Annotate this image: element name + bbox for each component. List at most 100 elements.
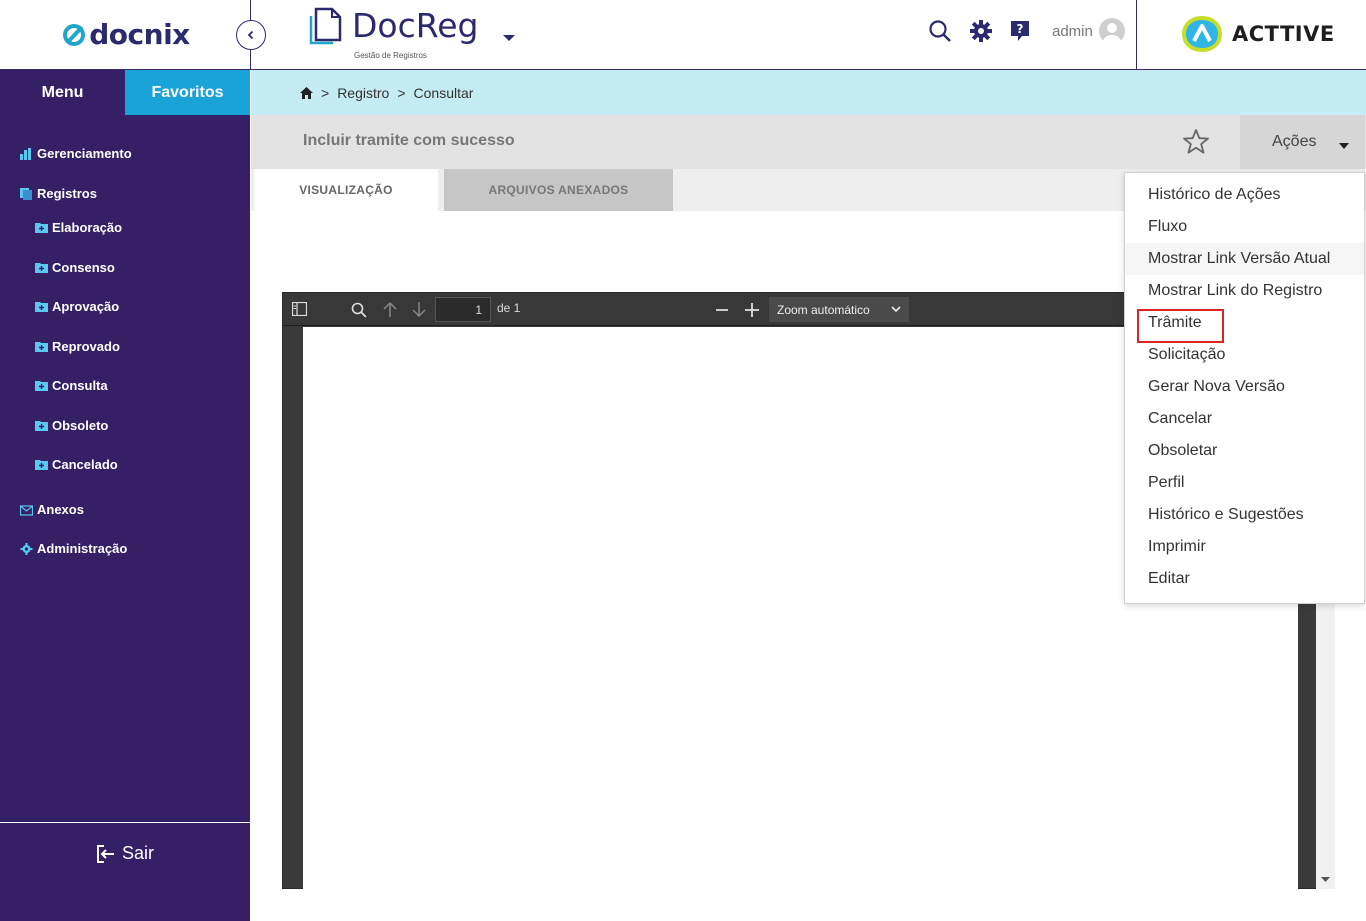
menu-item-obsoletar[interactable]: Obsoletar (1125, 435, 1364, 467)
gear-icon (20, 542, 33, 555)
header-divider (1136, 0, 1137, 69)
actions-dropdown-menu: Histórico de Ações Fluxo Mostrar Link Ve… (1124, 172, 1365, 604)
sidebar-item-anexos[interactable]: Anexos (20, 502, 84, 517)
sidebar-item-cancelado[interactable]: Cancelado (35, 457, 118, 472)
page-title: Incluir tramite com sucesso (303, 132, 515, 149)
actions-label: Ações (1272, 133, 1317, 150)
menu-item-mostrar-link-registro[interactable]: Mostrar Link do Registro (1125, 275, 1364, 307)
gear-icon[interactable] (970, 20, 992, 42)
sidebar-item-elaboracao[interactable]: Elaboração (35, 220, 122, 235)
menu-item-fluxo[interactable]: Fluxo (1125, 211, 1364, 243)
arrow-down-icon[interactable] (411, 301, 427, 318)
folder-plus-icon (35, 301, 48, 312)
sidebar-item-label: Consenso (52, 260, 115, 275)
logout-button[interactable]: Sair (96, 843, 154, 864)
folder-plus-icon (35, 459, 48, 470)
chevron-down-icon (891, 306, 901, 313)
folder-plus-icon (35, 341, 48, 352)
sidebar-item-label: Cancelado (52, 457, 118, 472)
collapse-sidebar-button[interactable] (236, 20, 266, 50)
breadcrumb: > Registro > Consultar (251, 70, 1366, 115)
menu-item-editar[interactable]: Editar (1125, 563, 1364, 595)
sidebar-toggle-icon[interactable] (292, 302, 307, 316)
menu-item-mostrar-link-versao-atual[interactable]: Mostrar Link Versão Atual (1125, 243, 1364, 275)
sidebar-item-consulta[interactable]: Consulta (35, 378, 108, 393)
folder-plus-icon (35, 262, 48, 273)
breadcrumb-separator: > (321, 84, 330, 101)
menu-item-historico-acoes[interactable]: Histórico de Ações (1125, 179, 1364, 211)
folder-plus-icon (35, 222, 48, 233)
menu-item-perfil[interactable]: Perfil (1125, 467, 1364, 499)
search-icon[interactable] (928, 19, 952, 43)
highlight-box (1137, 309, 1224, 343)
avatar (1098, 18, 1125, 44)
sidebar-item-reprovado[interactable]: Reprovado (35, 339, 120, 354)
menu-item-solicitacao[interactable]: Solicitação (1125, 339, 1364, 371)
brand-name: docnix (89, 18, 190, 51)
tab-favoritos[interactable]: Favoritos (125, 70, 250, 115)
menu-item-historico-sugestoes[interactable]: Histórico e Sugestões (1125, 499, 1364, 531)
acttive-logo: ACTTIVE (1180, 14, 1335, 54)
bar-chart-icon (20, 147, 31, 160)
scroll-down-icon[interactable] (1321, 877, 1330, 883)
sidebar-item-label: Elaboração (52, 220, 123, 235)
folder-plus-icon (35, 380, 48, 391)
zoom-in-icon[interactable] (744, 302, 760, 318)
menu-item-gerar-nova-versao[interactable]: Gerar Nova Versão (1125, 371, 1364, 403)
home-icon[interactable] (300, 86, 313, 99)
svg-text:?: ? (1017, 22, 1024, 36)
zoom-select[interactable]: Zoom automático (769, 297, 909, 322)
app-subtitle: Gestão de Registros (354, 51, 427, 60)
sidebar-item-label: Anexos (37, 502, 84, 517)
sidebar: Menu Favoritos Gerenciamento Registros E… (0, 70, 250, 921)
folder-plus-icon (35, 420, 48, 431)
app-switcher[interactable]: DocReg Gestão de Registros (308, 6, 479, 60)
star-icon[interactable] (1182, 128, 1210, 155)
arrow-up-icon[interactable] (382, 301, 398, 318)
sidebar-item-label: Aprovação (52, 299, 120, 314)
sidebar-item-obsoleto[interactable]: Obsoleto (35, 418, 108, 433)
top-header: docnix DocReg Gestão de Registros ? admi… (0, 0, 1366, 70)
sidebar-tabs: Menu Favoritos (0, 70, 250, 115)
tab-menu[interactable]: Menu (0, 70, 125, 115)
chevron-left-icon (247, 30, 254, 40)
docnix-mark-icon (63, 23, 86, 46)
help-icon[interactable]: ? (1010, 20, 1030, 42)
logout-label: Sair (122, 843, 155, 863)
partner-brand: ACTTIVE (1232, 22, 1335, 46)
sidebar-item-consenso[interactable]: Consenso (35, 260, 115, 275)
menu-item-imprimir[interactable]: Imprimir (1125, 531, 1364, 563)
actions-button[interactable]: Ações (1240, 115, 1365, 169)
user-menu[interactable]: admin (1048, 18, 1125, 44)
breadcrumb-item-consultar[interactable]: Consultar (414, 85, 474, 101)
zoom-out-icon[interactable] (715, 303, 729, 317)
tab-arquivos-anexados[interactable]: ARQUIVOS ANEXADOS (444, 169, 673, 211)
sidebar-item-label: Consulta (52, 378, 108, 393)
breadcrumb-separator: > (397, 84, 406, 101)
sidebar-item-gerenciamento[interactable]: Gerenciamento (20, 146, 132, 161)
header-actions: ? admin (928, 18, 1125, 44)
files-icon (20, 187, 32, 200)
search-icon[interactable] (351, 302, 367, 318)
username: admin (1052, 22, 1093, 40)
sidebar-item-label: Reprovado (52, 339, 120, 354)
sidebar-item-registros[interactable]: Registros (20, 186, 97, 201)
sidebar-item-label: Administração (37, 541, 128, 556)
sidebar-item-label: Gerenciamento (37, 146, 132, 161)
docnix-logo[interactable]: docnix (0, 0, 251, 69)
sidebar-item-aprovacao[interactable]: Aprovação (35, 299, 119, 314)
sidebar-footer: Sair (0, 822, 250, 921)
caret-down-icon (1339, 143, 1349, 149)
breadcrumb-item-registro[interactable]: Registro (337, 85, 389, 101)
tab-visualizacao[interactable]: VISUALIZAÇÃO (254, 169, 438, 211)
menu-item-cancelar[interactable]: Cancelar (1125, 403, 1364, 435)
sidebar-item-label: Registros (37, 186, 97, 201)
app-title: DocReg (352, 6, 479, 45)
page-total: de 1 (497, 301, 521, 315)
sidebar-item-administracao[interactable]: Administração (20, 541, 127, 556)
envelope-icon (20, 504, 33, 516)
logout-icon (97, 844, 114, 863)
caret-down-icon[interactable] (502, 33, 516, 43)
sidebar-item-label: Obsoleto (52, 418, 109, 433)
page-number-input[interactable]: 1 (435, 297, 491, 322)
